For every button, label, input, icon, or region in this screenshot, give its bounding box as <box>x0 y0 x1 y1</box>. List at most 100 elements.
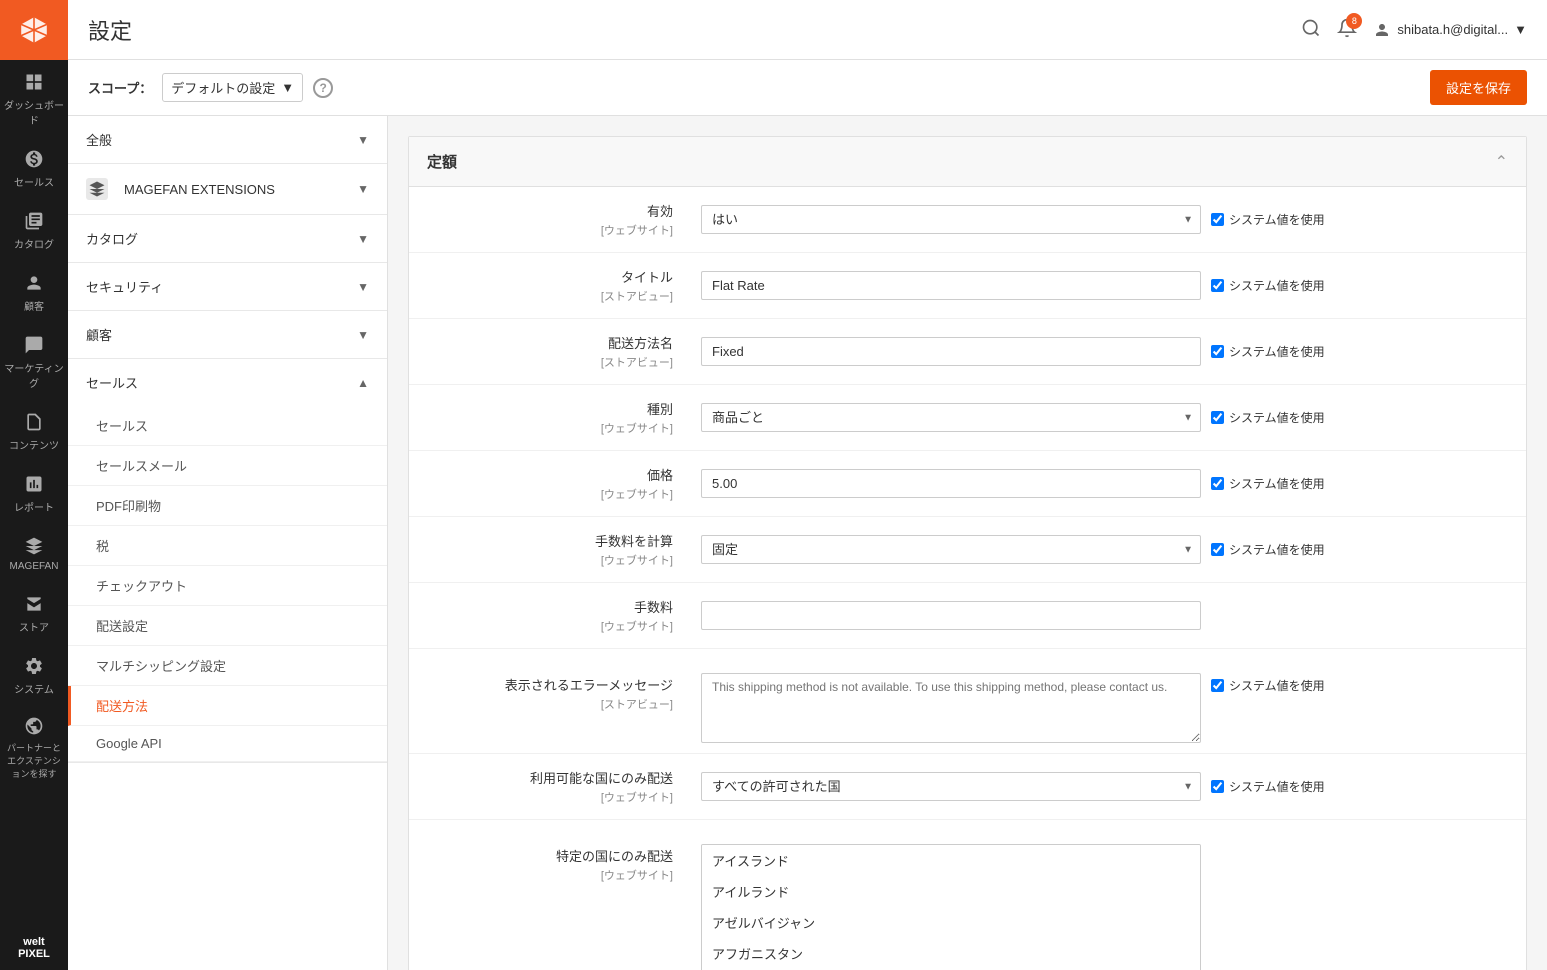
catalog-icon <box>20 209 48 233</box>
nav-section-catalog: カタログ ▼ <box>68 215 387 263</box>
form-label-method-name: 配送方法名 [ストアビュー] <box>409 319 689 384</box>
section-panel-flat-rate: 定額 ⌃ 有効 [ウェブサイト] はい いいえ <box>408 136 1527 970</box>
sidebar-item-catalog[interactable]: カタログ <box>0 199 68 261</box>
nav-section-security-header[interactable]: セキュリティ ▼ <box>68 263 387 310</box>
sidebar-item-customer[interactable]: 顧客 <box>0 261 68 323</box>
nav-sub-tax[interactable]: 税 <box>68 526 387 566</box>
system-value-price-checkbox[interactable] <box>1211 477 1224 490</box>
nav-section-sales-header[interactable]: セールス ▲ <box>68 359 387 406</box>
search-icon[interactable] <box>1301 18 1321 41</box>
form-field-type: 商品ごと 注文ごと ▼ システム値を使用 <box>689 385 1526 450</box>
sidebar-item-system[interactable]: システム <box>0 644 68 706</box>
dashboard-icon <box>20 70 48 94</box>
form-label-title: タイトル [ストアビュー] <box>409 253 689 318</box>
form-field-method-name: システム値を使用 <box>689 319 1526 384</box>
sidebar-item-content[interactable]: コンテンツ <box>0 400 68 462</box>
calc-handling-select[interactable]: 固定 パーセント <box>701 535 1201 564</box>
handling-fee-input[interactable] <box>701 601 1201 630</box>
ship-applicable-select[interactable]: すべての許可された国 特定の国 <box>701 772 1201 801</box>
form-row-enabled: 有効 [ウェブサイト] はい いいえ ▼ <box>409 187 1526 253</box>
nav-section-customer-label: 顧客 <box>86 325 112 344</box>
partner-icon <box>20 714 48 738</box>
system-value-enabled-checkbox[interactable] <box>1211 213 1224 226</box>
form-label-enabled: 有効 [ウェブサイト] <box>409 187 689 252</box>
system-value-ship-applicable[interactable]: システム値を使用 <box>1211 778 1325 795</box>
country-listbox[interactable]: アイスランド アイルランド アゼルバイジャン アフガニスタン アメリカ合衆国 ア… <box>701 844 1201 970</box>
enabled-select[interactable]: はい いいえ <box>701 205 1201 234</box>
scope-bar: スコープ： デフォルトの設定 ▼ ? 設定を保存 <box>68 60 1547 116</box>
nav-sub-sales[interactable]: セールス <box>68 406 387 446</box>
nav-section-magefan-header[interactable]: MAGEFAN EXTENSIONS ▼ <box>68 164 387 214</box>
form-row-type: 種別 [ウェブサイト] 商品ごと 注文ごと ▼ <box>409 385 1526 451</box>
scope-value: デフォルトの設定 <box>171 78 275 97</box>
list-item[interactable]: アイルランド <box>702 876 1200 907</box>
notifications-button[interactable]: 8 <box>1337 18 1357 41</box>
form-label-type: 種別 [ウェブサイト] <box>409 385 689 450</box>
system-value-title[interactable]: システム値を使用 <box>1211 277 1325 294</box>
system-value-type-checkbox[interactable] <box>1211 411 1224 424</box>
nav-section-general-header[interactable]: 全般 ▼ <box>68 116 387 163</box>
form-field-title: システム値を使用 <box>689 253 1526 318</box>
form-row-price: 価格 [ウェブサイト] システム値を使用 <box>409 451 1526 517</box>
sidebar-item-sales[interactable]: セールス <box>0 137 68 199</box>
nav-sub-shipping-settings[interactable]: 配送設定 <box>68 606 387 646</box>
sidebar-item-partner[interactable]: パートナーとエクステンションを探す <box>0 706 68 788</box>
system-value-method-name-checkbox[interactable] <box>1211 345 1224 358</box>
marketing-icon <box>20 333 48 357</box>
user-menu[interactable]: shibata.h@digital... ▼ <box>1373 21 1527 39</box>
system-value-calc-handling-checkbox[interactable] <box>1211 543 1224 556</box>
title-input[interactable] <box>701 271 1201 300</box>
save-button[interactable]: 設定を保存 <box>1430 70 1527 105</box>
sidebar-item-dashboard[interactable]: ダッシュボード <box>0 60 68 137</box>
form-row-title: タイトル [ストアビュー] システム値を使用 <box>409 253 1526 319</box>
system-value-type[interactable]: システム値を使用 <box>1211 409 1325 426</box>
system-value-enabled[interactable]: システム値を使用 <box>1211 211 1325 228</box>
list-item[interactable]: アゼルバイジャン <box>702 907 1200 938</box>
system-value-error-message-checkbox[interactable] <box>1211 679 1224 692</box>
content-area: 全般 ▼ MAGEFAN EXTENSIONS ▼ カタロ <box>68 116 1547 970</box>
right-content: 定額 ⌃ 有効 [ウェブサイト] はい いいえ <box>388 116 1547 970</box>
form-field-error-message: システム値を使用 <box>689 661 1526 753</box>
section-toggle-button[interactable]: ⌃ <box>1495 152 1508 172</box>
sidebar-logo[interactable] <box>0 0 68 60</box>
nav-sub-delivery-method[interactable]: 配送方法 <box>68 686 387 726</box>
list-item[interactable]: アフガニスタン <box>702 938 1200 969</box>
topbar-right: 8 shibata.h@digital... ▼ <box>1301 18 1527 41</box>
form-label-ship-applicable: 利用可能な国にのみ配送 [ウェブサイト] <box>409 754 689 819</box>
nav-section-magefan-label: MAGEFAN EXTENSIONS <box>124 182 275 197</box>
system-value-ship-applicable-checkbox[interactable] <box>1211 780 1224 793</box>
sidebar-item-marketing[interactable]: マーケティング <box>0 323 68 400</box>
form-field-price: システム値を使用 <box>689 451 1526 516</box>
nav-section-catalog-header[interactable]: カタログ ▼ <box>68 215 387 262</box>
welt-logo: weltPIXEL <box>18 936 50 960</box>
scope-label: スコープ： <box>88 78 152 97</box>
nav-sub-checkout[interactable]: チェックアウト <box>68 566 387 606</box>
sidebar-item-store[interactable]: ストア <box>0 582 68 644</box>
sidebar-item-reports[interactable]: レポート <box>0 462 68 524</box>
method-name-input[interactable] <box>701 337 1201 366</box>
nav-sub-sales-email[interactable]: セールスメール <box>68 446 387 486</box>
form-row-ship-specific: 特定の国にのみ配送 [ウェブサイト] アイスランド アイルランド アゼルバイジャ… <box>409 820 1526 970</box>
system-value-calc-handling[interactable]: システム値を使用 <box>1211 541 1325 558</box>
scope-help-icon[interactable]: ? <box>313 78 333 98</box>
customer-icon <box>20 271 48 295</box>
nav-sub-pdf-print[interactable]: PDF印刷物 <box>68 486 387 526</box>
type-select[interactable]: 商品ごと 注文ごと <box>701 403 1201 432</box>
system-value-title-checkbox[interactable] <box>1211 279 1224 292</box>
scope-select[interactable]: デフォルトの設定 ▼ <box>162 73 303 102</box>
nav-sub-multishipping[interactable]: マルチシッピング設定 <box>68 646 387 686</box>
sidebar-item-magefan[interactable]: MAGEFAN <box>0 524 68 582</box>
list-item[interactable]: アイスランド <box>702 845 1200 876</box>
system-value-price[interactable]: システム値を使用 <box>1211 475 1325 492</box>
reports-icon <box>20 472 48 496</box>
nav-sub-google-api[interactable]: Google API <box>68 726 387 762</box>
system-value-method-name[interactable]: システム値を使用 <box>1211 343 1325 360</box>
price-input[interactable] <box>701 469 1201 498</box>
form-label-price: 価格 [ウェブサイト] <box>409 451 689 516</box>
error-message-textarea[interactable] <box>701 673 1201 743</box>
main-content: 設定 8 shibata.h@digital... ▼ スコープ： <box>68 0 1547 970</box>
form-label-calc-handling: 手数料を計算 [ウェブサイト] <box>409 517 689 582</box>
user-name: shibata.h@digital... <box>1397 22 1508 37</box>
nav-section-customer-header[interactable]: 顧客 ▼ <box>68 311 387 358</box>
system-value-error-message[interactable]: システム値を使用 <box>1211 677 1325 694</box>
